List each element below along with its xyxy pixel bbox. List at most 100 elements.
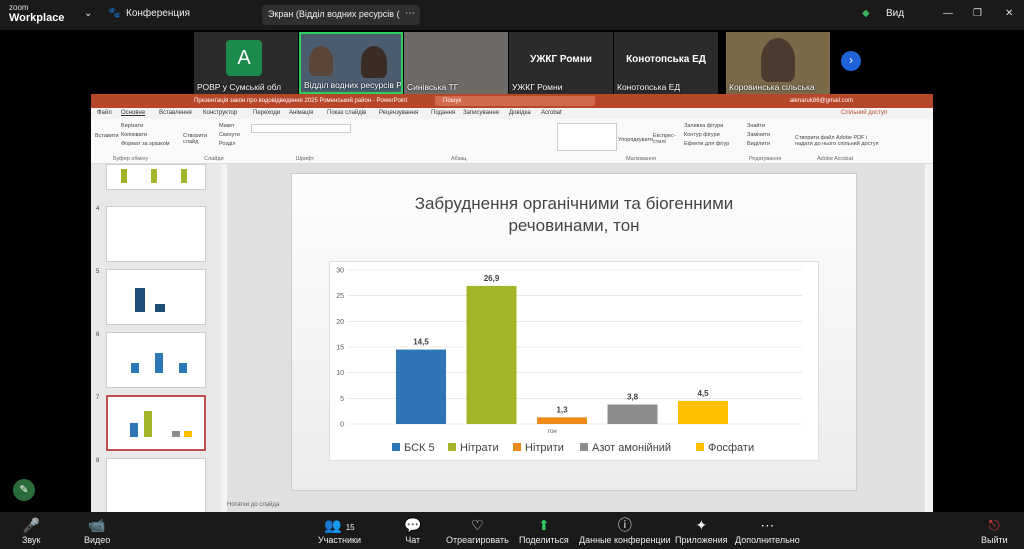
- participant-tile[interactable]: Синівська ТГ: [404, 32, 508, 94]
- participants-button[interactable]: 👥 15 Участники: [318, 515, 361, 545]
- share-screen-icon: ⬆: [537, 517, 550, 533]
- meeting-label[interactable]: Конференция: [126, 8, 190, 19]
- ppt-user[interactable]: alenaruk86@gmail.com: [790, 98, 853, 104]
- screen-share-label: Экран (Відділ водних ресурсів (: [268, 9, 400, 19]
- legend-entry: Азот амонійний: [592, 442, 671, 454]
- chat-icon: 💬: [404, 517, 422, 533]
- apps-label: Приложения: [675, 535, 728, 545]
- tab-design[interactable]: Конструктор: [203, 110, 237, 116]
- more-button[interactable]: ⋯ Дополнительно: [735, 515, 800, 545]
- chevron-down-icon[interactable]: ⌄: [84, 8, 92, 19]
- tab-transitions[interactable]: Переходи: [253, 110, 280, 116]
- restore-icon[interactable]: ❐: [973, 8, 982, 19]
- slide-thumbnail-selected[interactable]: [106, 395, 206, 451]
- leave-label: Выйти: [981, 535, 1008, 545]
- chat-button[interactable]: 💬 Чат: [404, 515, 421, 545]
- slide-thumbnail[interactable]: [106, 164, 206, 190]
- tab-acrobat[interactable]: Acrobat: [541, 110, 562, 116]
- participant-tile[interactable]: Конотопська ЕД Конотопська ЕД: [614, 32, 718, 94]
- legend-entry: Нітрати: [460, 442, 499, 454]
- select-button[interactable]: Виділити: [747, 141, 770, 147]
- paragraph-controls[interactable]: [453, 124, 563, 154]
- slide-thumbnail[interactable]: [106, 269, 206, 325]
- ppt-share-button[interactable]: Спільний доступ: [841, 110, 887, 116]
- leave-button[interactable]: ⎋ Выйти: [981, 515, 1008, 545]
- cut-button[interactable]: Вирізати: [121, 123, 143, 129]
- thumb-bar: [121, 169, 127, 183]
- tab-home[interactable]: Основне: [121, 110, 145, 116]
- shield-icon[interactable]: ◆: [862, 8, 870, 19]
- shape-fill-button[interactable]: Заливка фігури: [684, 123, 723, 129]
- group-clipboard: Буфер обміну: [113, 156, 149, 162]
- section-button[interactable]: Розділ: [219, 141, 235, 147]
- tab-animations[interactable]: Анімація: [289, 110, 313, 116]
- video-button[interactable]: 📹 Видео: [84, 515, 110, 545]
- chart-area[interactable]: 0 5 10 15 20 25 30 14,5 26,9 1,3 3,8 4,5 тон БСК 5 Ніт…: [329, 261, 819, 461]
- participant-tile-active[interactable]: Відділ водних ресурсів Р...: [299, 32, 403, 94]
- slide-editor: Забруднення органічними та біогенними ре…: [227, 164, 925, 512]
- participant-tile[interactable]: Коровинська сільська: [726, 32, 830, 94]
- apps-button[interactable]: ✦ Приложения: [675, 515, 728, 545]
- thumb-bar: [135, 288, 145, 312]
- meeting-info-button[interactable]: ⓘ Данные конференции: [579, 515, 671, 545]
- shapes-gallery[interactable]: [557, 123, 617, 151]
- view-button[interactable]: Вид: [886, 8, 904, 19]
- mute-button[interactable]: 🎤 Звук: [22, 515, 40, 545]
- group-font: Шрифт: [296, 156, 315, 162]
- slide-number: 6: [96, 332, 100, 338]
- tab-file[interactable]: Файл: [97, 110, 112, 116]
- layout-button[interactable]: Макет: [219, 123, 235, 129]
- people-icon: 👥 15: [324, 517, 355, 533]
- share-screen-button[interactable]: ⬆ Поделиться: [519, 515, 569, 545]
- close-icon[interactable]: ✕: [1005, 8, 1013, 19]
- arrange-button[interactable]: Упорядкувати: [618, 137, 653, 143]
- participant-name: Синівська ТГ: [407, 82, 459, 92]
- slide-thumbnail[interactable]: [106, 332, 206, 388]
- slide-number: 8: [96, 458, 100, 464]
- annotate-pen-icon[interactable]: ✎: [13, 479, 35, 501]
- tab-view[interactable]: Подання: [431, 110, 455, 116]
- participant-tile[interactable]: A РОВР у Сумській обл: [194, 32, 298, 94]
- tab-review[interactable]: Рецензування: [379, 110, 418, 116]
- more-options-icon[interactable]: ⋯: [405, 8, 415, 19]
- next-page-icon[interactable]: ›: [841, 51, 861, 71]
- y-tick-label: 30: [336, 268, 344, 275]
- ppt-ribbon-tabs: Файл Основне Вставлення Конструктор Пере…: [91, 108, 933, 119]
- slide-number: 4: [96, 206, 100, 212]
- font-name-box[interactable]: [251, 124, 351, 133]
- participant-name: УЖКГ Ромни: [512, 82, 563, 92]
- legend-swatch: [696, 443, 704, 451]
- reset-button[interactable]: Скинути: [219, 132, 240, 138]
- react-button[interactable]: ♡ Отреагировать: [446, 515, 509, 545]
- paste-button[interactable]: Вставити: [95, 133, 119, 139]
- create-pdf-button[interactable]: Створити файл Adobe PDF і надати до ньог…: [795, 135, 885, 147]
- copy-button[interactable]: Копіювати: [121, 132, 147, 138]
- ppt-search-box[interactable]: Пошук: [435, 96, 595, 106]
- shape-effects-button[interactable]: Ефекти для фігур: [684, 141, 729, 147]
- exit-icon: ⎋: [988, 517, 1000, 533]
- shape-outline-button[interactable]: Контур фігури: [684, 132, 720, 138]
- tab-recording[interactable]: Записування: [463, 110, 499, 116]
- replace-button[interactable]: Замінити: [747, 132, 770, 138]
- tab-insert[interactable]: Вставлення: [159, 110, 192, 116]
- more-icon: ⋯: [760, 517, 775, 533]
- quick-styles-button[interactable]: Експрес-стилі: [653, 133, 679, 145]
- participant-tile[interactable]: УЖКГ Ромни УЖКГ Ромни: [509, 32, 613, 94]
- tab-help[interactable]: Довідка: [509, 110, 531, 116]
- new-slide-button[interactable]: Створити слайд: [183, 133, 211, 145]
- slide-notes[interactable]: Нотатки до слайда: [227, 502, 279, 508]
- format-painter-button[interactable]: Формат за зразком: [121, 141, 170, 147]
- tab-slideshow[interactable]: Показ слайдів: [327, 110, 366, 116]
- slide-thumbnail[interactable]: [106, 458, 206, 512]
- current-slide[interactable]: Забруднення органічними та біогенними ре…: [291, 173, 857, 491]
- minimize-icon[interactable]: —: [943, 8, 953, 19]
- find-button[interactable]: Знайти: [747, 123, 765, 129]
- participant-name: Конотопська ЕД: [617, 82, 681, 92]
- share-label: Поделиться: [519, 535, 569, 545]
- screen-share-pill[interactable]: Экран (Відділ водних ресурсів (: [262, 5, 420, 25]
- thumb-bar: [155, 304, 165, 312]
- thumb-bar: [184, 431, 192, 437]
- info-label: Данные конференции: [579, 535, 671, 545]
- slide-thumbnail[interactable]: [106, 206, 206, 262]
- y-tick-label: 0: [340, 422, 344, 429]
